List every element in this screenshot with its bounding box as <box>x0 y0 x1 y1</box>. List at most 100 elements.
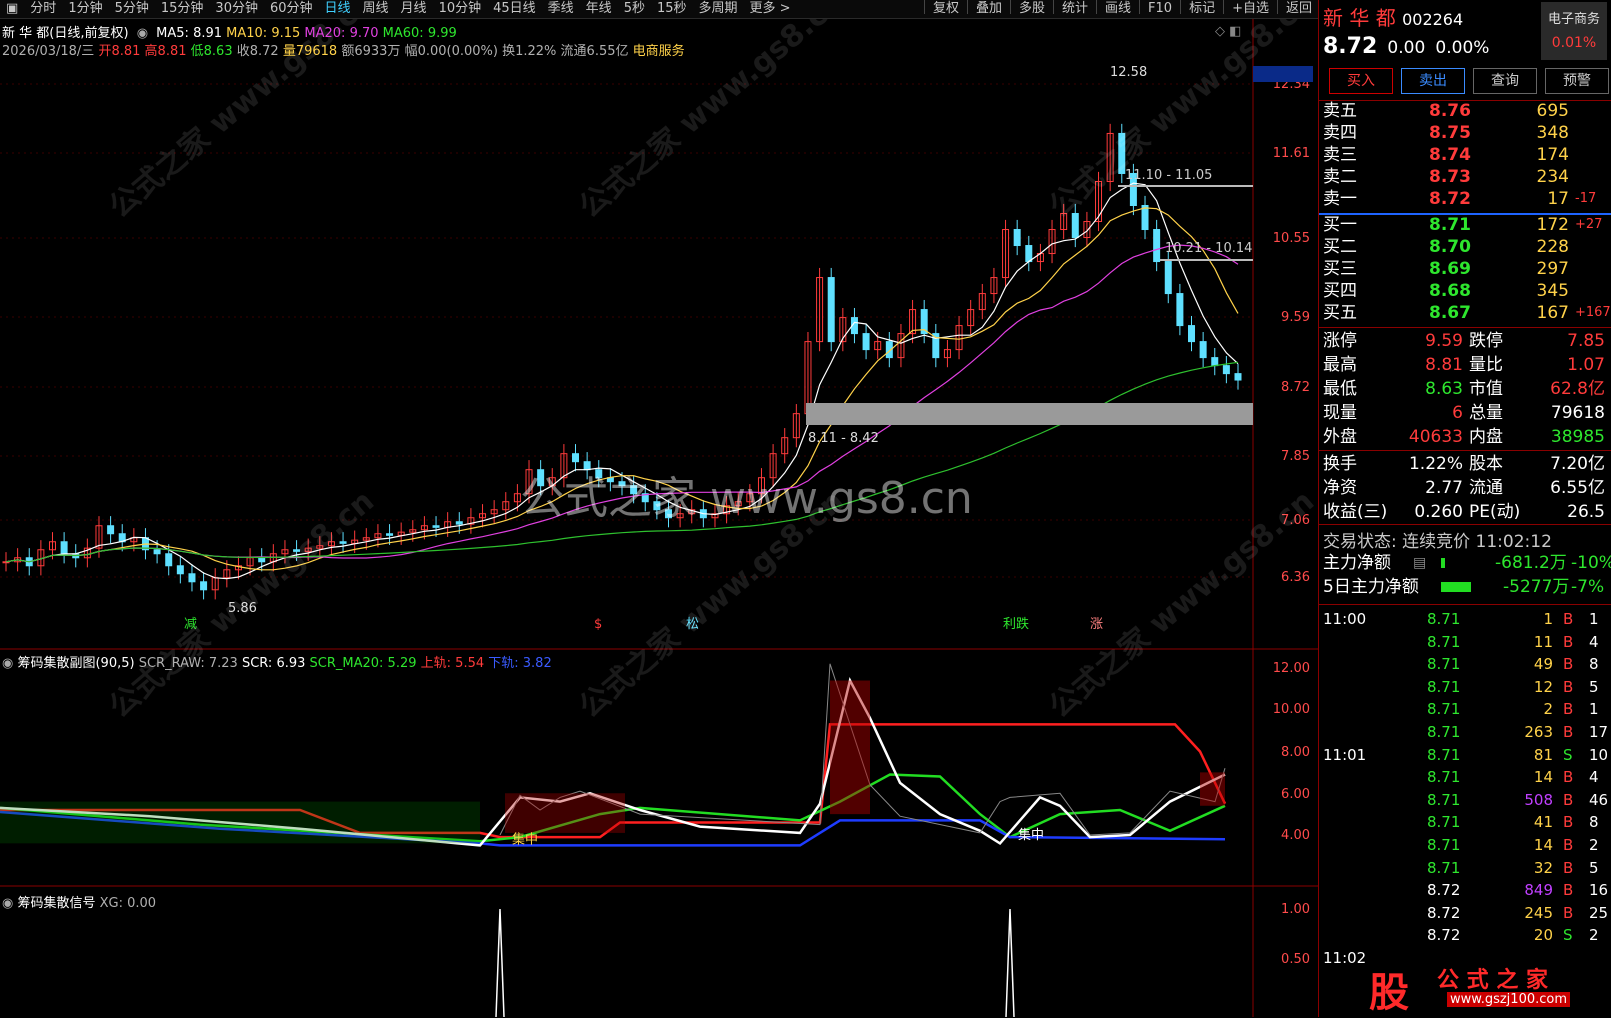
concentrate-fill <box>830 680 870 815</box>
buy-button[interactable]: 买入 <box>1329 68 1393 94</box>
period-tab[interactable]: 多周期 <box>693 0 744 18</box>
level-label: 买二 <box>1323 237 1357 257</box>
tick-volume: 849 <box>1524 881 1553 900</box>
tool-button[interactable]: 返回 <box>1280 0 1318 18</box>
tool-button[interactable]: +自选 <box>1226 0 1275 18</box>
period-tab[interactable]: 更多 > <box>744 0 797 18</box>
tick-side: B <box>1563 903 1574 922</box>
query-button[interactable]: 查询 <box>1473 68 1537 94</box>
candle-body <box>176 565 184 575</box>
alert-button[interactable]: 预警 <box>1545 68 1609 94</box>
tool-button[interactable]: 统计 <box>1056 0 1094 18</box>
scatter-fill <box>0 801 480 844</box>
stat-value: 6 <box>1452 403 1463 423</box>
tick-count: 4 <box>1589 632 1599 651</box>
period-tab[interactable]: 30分钟 <box>209 0 264 18</box>
period-tab[interactable]: 月线 <box>395 0 433 18</box>
sell-button[interactable]: 卖出 <box>1401 68 1465 94</box>
ask-row[interactable]: 卖四 8.75 348 <box>1323 122 1605 144</box>
tool-separator <box>1009 0 1011 14</box>
price-pct: 0.00% <box>1435 38 1490 58</box>
tick-side: B <box>1563 858 1574 877</box>
period-tab[interactable]: 60分钟 <box>264 0 319 18</box>
tool-button[interactable]: 标记 <box>1183 0 1221 18</box>
tick-volume: 41 <box>1533 813 1553 832</box>
tick-side: B <box>1563 836 1574 854</box>
signal-mark: 利跌 <box>1003 616 1029 632</box>
price-tick-label: 10.55 <box>1273 231 1310 246</box>
bid-row[interactable]: 买二 8.70 228 <box>1323 236 1605 258</box>
sub1-settings-icon[interactable]: ◉ <box>2 656 13 671</box>
stat-label: 股本 <box>1469 454 1503 474</box>
ask-row[interactable]: 卖二 8.73 234 <box>1323 166 1605 188</box>
stat-value: 0.260 <box>1414 502 1463 522</box>
period-tab[interactable]: 日线 <box>319 0 357 18</box>
sub2-title: 筹码集散信号 <box>17 896 96 911</box>
signal-mark: 涨 <box>1090 617 1103 632</box>
concentrate-tag: 集中 <box>1018 827 1044 843</box>
sub1-tick-label: 6.00 <box>1281 787 1310 802</box>
level-volume: 17 <box>1547 189 1569 209</box>
ask-row[interactable]: 卖三 8.74 174 <box>1323 144 1605 166</box>
bid-row[interactable]: 买三 8.69 297 <box>1323 258 1605 280</box>
period-tab[interactable]: 5秒 <box>618 0 651 18</box>
bid-row[interactable]: 买一 8.71 172 +27 <box>1323 214 1605 236</box>
stat-label: 流通 <box>1469 478 1503 498</box>
chart-area[interactable]: 12.3411.6110.559.598.727.857.066.3612.58… <box>0 19 1318 1017</box>
period-tab[interactable]: 5分钟 <box>109 0 155 18</box>
tick-count: 16 <box>1589 881 1609 900</box>
tick-row: 8.71 41 B 8 <box>1323 811 1605 833</box>
period-tab[interactable]: 15秒 <box>651 0 693 18</box>
tool-button[interactable]: 叠加 <box>970 0 1008 18</box>
last-price: 8.72 <box>1323 34 1378 59</box>
tick-side: B <box>1563 881 1574 900</box>
stock-name: 新 华 都 <box>1323 6 1396 30</box>
chart-corner-icons[interactable]: ◇ ◧ <box>1215 24 1241 39</box>
level-volume: 172 <box>1536 215 1569 235</box>
level-label: 卖四 <box>1323 123 1357 143</box>
period-tab[interactable]: 10分钟 <box>433 0 488 18</box>
tick-volume: 14 <box>1533 768 1553 787</box>
period-tab[interactable]: 45日线 <box>487 0 542 18</box>
divider <box>1319 604 1611 605</box>
level-volume: 345 <box>1536 281 1569 301</box>
settings-icon[interactable]: ◉ <box>137 26 148 41</box>
sector-label[interactable]: 电商服务 <box>633 44 685 59</box>
tool-separator <box>1180 0 1182 14</box>
stat-row: 净资 2.77 流通 6.55亿 <box>1323 477 1605 499</box>
tick-volume: 1 <box>1543 610 1553 628</box>
period-tab[interactable]: 分时 <box>24 0 62 18</box>
tick-price: 8.71 <box>1427 858 1461 877</box>
period-tab[interactable]: 周线 <box>357 0 395 18</box>
tool-button[interactable]: F10 <box>1142 0 1178 18</box>
bid-row[interactable]: 买四 8.68 345 <box>1323 280 1605 302</box>
level-price: 8.72 <box>1429 189 1471 209</box>
period-tab[interactable]: 15分钟 <box>155 0 210 18</box>
price-tick-label: 11.61 <box>1273 146 1310 161</box>
period-tab[interactable]: 季线 <box>542 0 580 18</box>
band3-label: 8.11 - 8.42 <box>808 431 879 446</box>
stat-value: 7.85 <box>1567 331 1605 351</box>
level-volume: 174 <box>1536 145 1569 165</box>
tool-button[interactable]: 复权 <box>927 0 965 18</box>
period-tab[interactable]: 年线 <box>580 0 618 18</box>
ask-row[interactable]: 卖一 8.72 17 -17 <box>1323 188 1605 210</box>
period-tab[interactable]: 1分钟 <box>62 0 108 18</box>
bar-close: 收8.72 <box>236 44 279 59</box>
info-icon[interactable]: ▤ <box>1413 552 1426 574</box>
tool-button[interactable]: 画线 <box>1099 0 1137 18</box>
level-price: 8.76 <box>1429 101 1471 121</box>
tick-side: B <box>1563 632 1574 651</box>
tick-volume: 14 <box>1533 836 1553 854</box>
menu-icon[interactable]: ▣ <box>0 0 24 18</box>
tick-count: 8 <box>1589 813 1599 832</box>
flow5-label: 5日主力净额 <box>1323 577 1419 597</box>
tool-button[interactable]: 多股 <box>1013 0 1051 18</box>
sub2-settings-icon[interactable]: ◉ <box>2 896 13 911</box>
stat-value: 1.22% <box>1408 454 1463 474</box>
industry-box[interactable]: 电子商务 0.01% <box>1541 2 1607 60</box>
bid-row[interactable]: 买五 8.67 167 +167 <box>1323 302 1611 324</box>
tick-side: B <box>1563 610 1574 628</box>
tick-price: 8.71 <box>1427 700 1461 719</box>
ask-row[interactable]: 卖五 8.76 695 <box>1323 100 1605 122</box>
